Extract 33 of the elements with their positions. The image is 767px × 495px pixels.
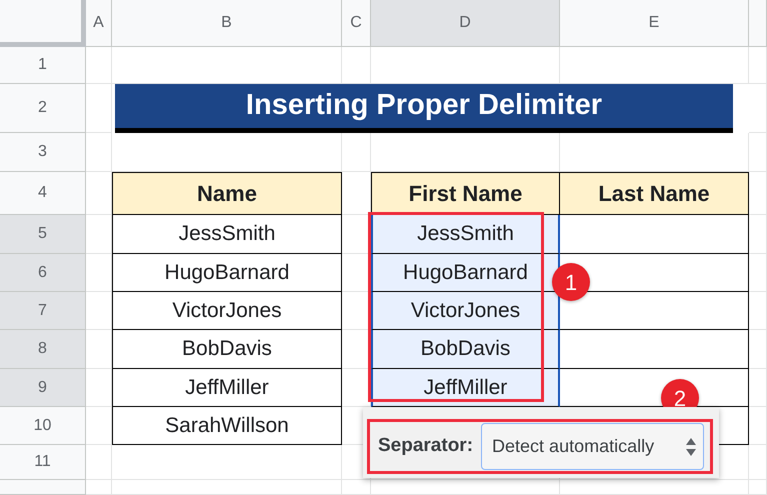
table-cell: VictorJones <box>112 292 342 330</box>
row-header[interactable]: 7 <box>0 292 86 330</box>
table-cell: JeffMiller <box>112 369 342 407</box>
table-cell: JeffMiller <box>371 369 560 407</box>
table-cell: BobDavis <box>112 330 342 369</box>
row-header[interactable]: 4 <box>0 172 86 215</box>
table-cell: JessSmith <box>371 215 560 254</box>
table-cell: JessSmith <box>112 215 342 254</box>
sheet-title: Inserting Proper Delimiter <box>115 84 733 133</box>
table-cell: SarahWillson <box>112 407 342 445</box>
table-cell: HugoBarnard <box>371 254 560 292</box>
column-header[interactable]: C <box>342 0 371 47</box>
table-header: Name <box>112 172 342 215</box>
column-header[interactable]: E <box>560 0 749 47</box>
row-header[interactable]: 10 <box>0 407 86 445</box>
separator-dropdown[interactable]: Detect automatically <box>481 423 704 470</box>
table-cell: VictorJones <box>371 292 560 330</box>
row-header[interactable]: 3 <box>0 133 86 172</box>
row-header[interactable]: 2 <box>0 84 86 133</box>
table-cell: HugoBarnard <box>112 254 342 292</box>
row-header[interactable]: 5 <box>0 215 86 254</box>
separator-label: Separator: <box>378 434 474 458</box>
table-cell: BobDavis <box>371 330 560 369</box>
table-header: Last Name <box>560 172 749 215</box>
row-header[interactable]: 8 <box>0 330 86 369</box>
column-header[interactable]: D <box>371 0 560 47</box>
row-header[interactable]: 11 <box>0 445 86 480</box>
row-header[interactable]: 9 <box>0 369 86 407</box>
row-header[interactable]: 1 <box>0 47 86 84</box>
column-header[interactable]: A <box>86 0 112 47</box>
row-header[interactable]: 6 <box>0 254 86 292</box>
column-header[interactable]: B <box>112 0 342 47</box>
table-header: First Name <box>371 172 560 215</box>
